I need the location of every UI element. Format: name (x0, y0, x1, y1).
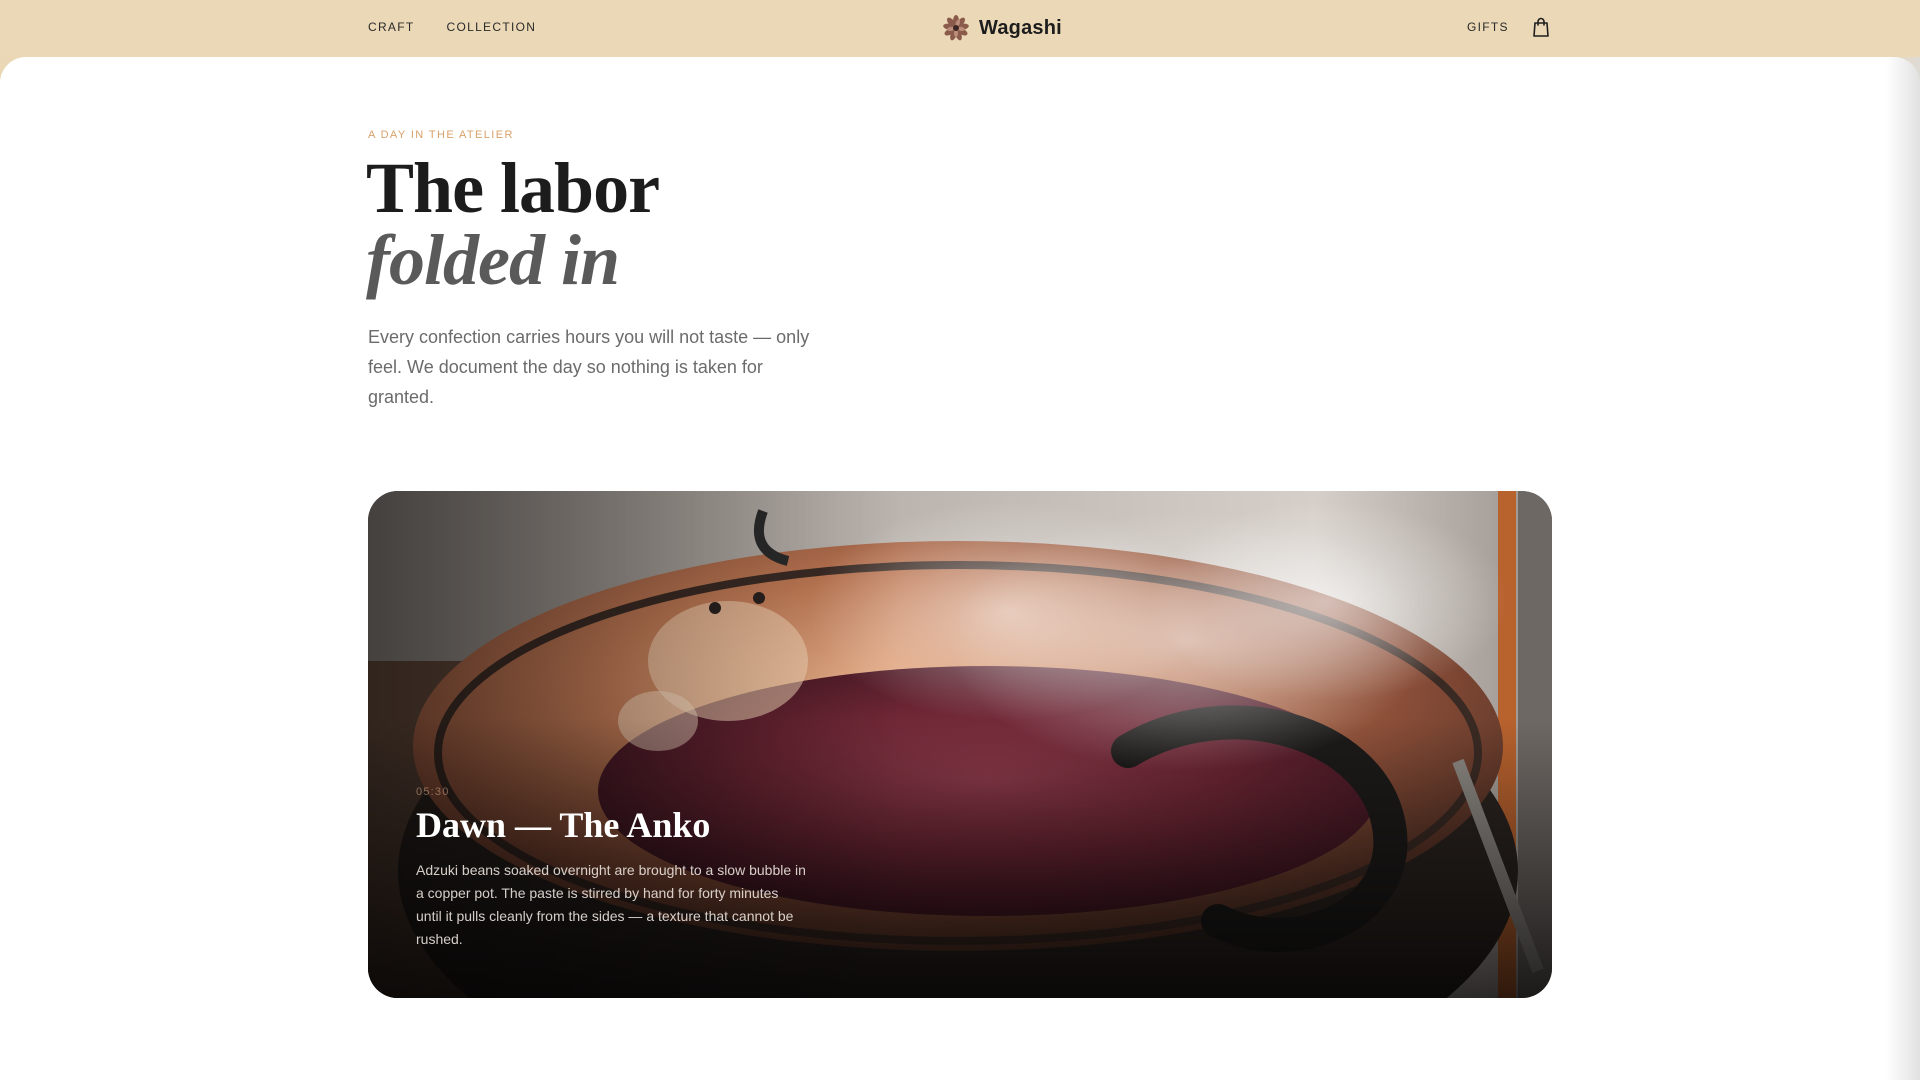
title-line-2: folded in (366, 220, 620, 300)
card-timestamp: 05:30 (416, 786, 450, 798)
flower-logo-icon (943, 15, 969, 41)
nav-craft-link[interactable]: CRAFT (368, 20, 415, 34)
card-description: Adzuki beans soaked overnight are brough… (416, 862, 806, 947)
brand-name: Wagashi (979, 16, 1062, 39)
section-eyebrow: A DAY IN THE ATELIER (368, 129, 514, 141)
site-header: CRAFT COLLECTION Wagashi GIFTS (0, 0, 1920, 57)
title-line-1: The labor (366, 148, 660, 228)
page-title: The labor folded in (366, 148, 660, 300)
nav-gifts-link[interactable]: GIFTS (1467, 20, 1509, 34)
primary-nav: CRAFT COLLECTION (368, 20, 536, 34)
nav-collection-link[interactable]: COLLECTION (447, 20, 537, 34)
hero-story-card: 05:30 Dawn — The Anko Adzuki beans soake… (368, 491, 1552, 998)
card-title: Dawn — The Anko (416, 805, 711, 845)
intro-paragraph: Every confection carries hours you will … (368, 327, 810, 407)
brand-logo-link[interactable]: Wagashi (942, 14, 1062, 42)
shopping-bag-icon[interactable] (1532, 17, 1550, 37)
